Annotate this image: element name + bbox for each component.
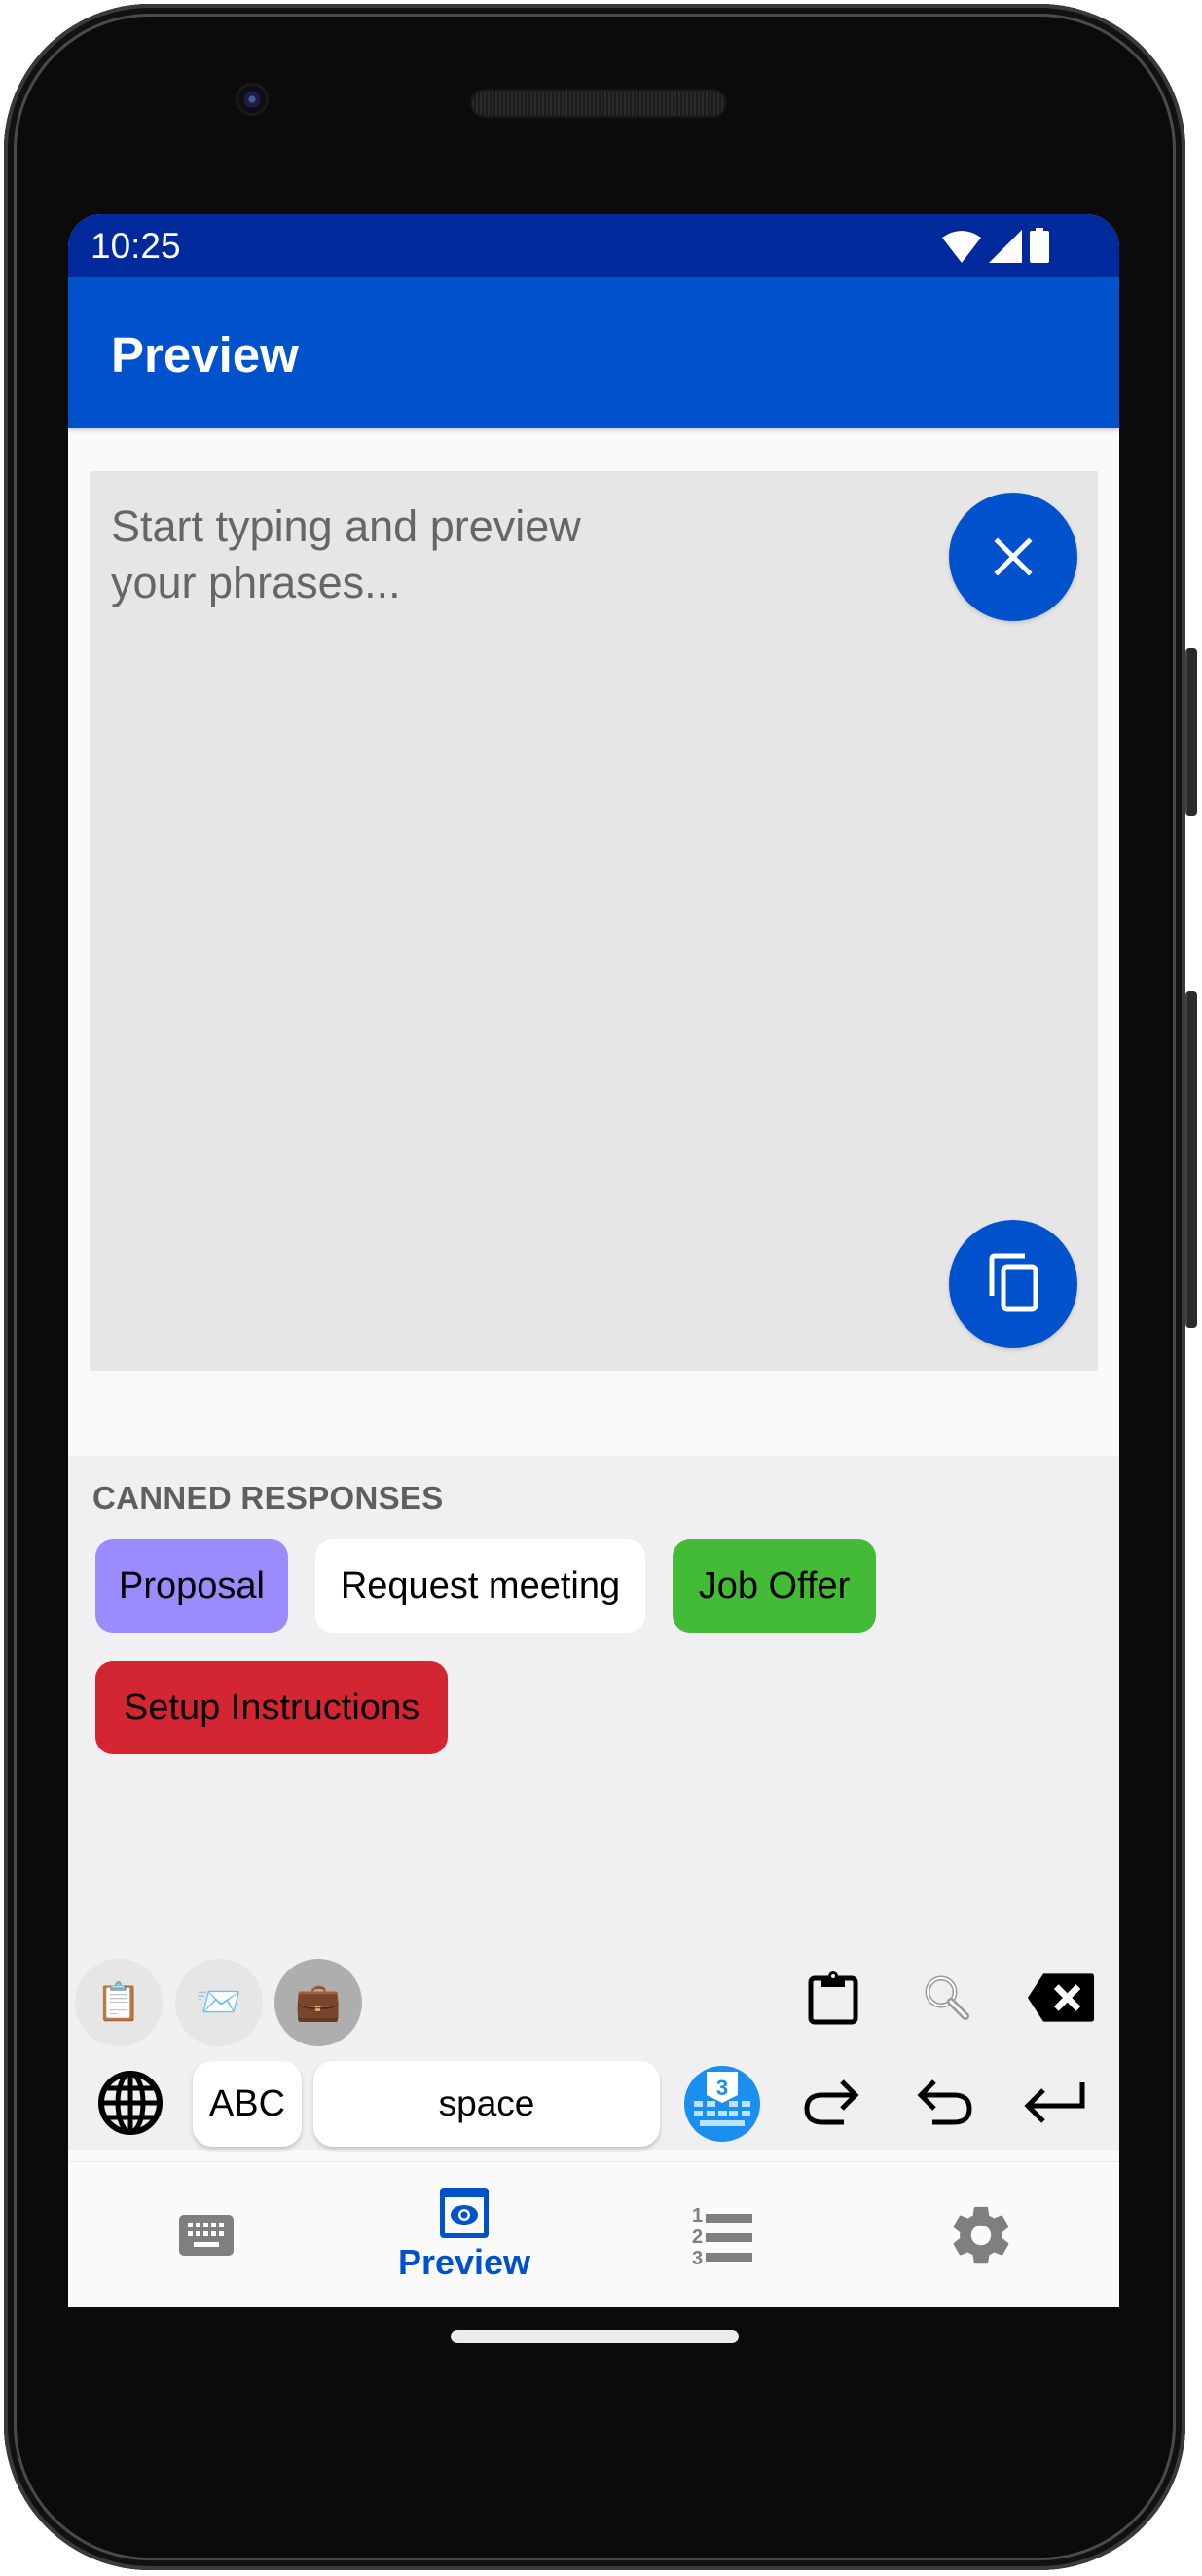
redo-button[interactable]	[798, 2069, 866, 2137]
nav-tab-label: Preview	[397, 2242, 531, 2282]
search-icon	[925, 1975, 969, 2020]
app-bar: Preview	[68, 277, 1119, 428]
category-clipboard-button[interactable]: 📋	[75, 1959, 163, 2046]
enter-icon	[1024, 2082, 1085, 2123]
svg-text:3: 3	[716, 2076, 728, 2100]
power-button	[1185, 648, 1197, 816]
volume-button	[1185, 991, 1197, 1328]
enter-button[interactable]	[1020, 2069, 1088, 2137]
nav-tab-settings[interactable]	[850, 2162, 1112, 2307]
earpiece-speaker	[472, 91, 725, 116]
settings-icon	[953, 2206, 1009, 2264]
chip-label: Request meeting	[340, 1564, 621, 1606]
svg-text:2: 2	[692, 2226, 703, 2248]
space-key-label: space	[438, 2083, 535, 2123]
category-envelope-button[interactable]: 📨	[175, 1959, 263, 2046]
clipboard-icon	[808, 1971, 858, 2025]
chip-label: Job Offer	[698, 1564, 851, 1606]
status-time: 10:25	[91, 226, 181, 266]
canned-response-chip[interactable]: Request meeting	[315, 1539, 645, 1633]
screen: 10:25 Preview Start typing and preview y…	[68, 214, 1119, 2307]
keyboard-icon	[179, 2215, 234, 2256]
abc-key[interactable]: ABC	[193, 2061, 302, 2147]
redo-icon	[804, 2079, 859, 2125]
signal-icon	[989, 230, 1022, 263]
undo-button[interactable]	[910, 2069, 978, 2137]
language-button[interactable]	[96, 2069, 164, 2137]
page-title: Preview	[111, 327, 299, 383]
preview-input[interactable]: Start typing and preview your phrases...	[90, 471, 1098, 1371]
canned-response-chip[interactable]: Job Offer	[673, 1539, 876, 1633]
battery-icon	[1030, 228, 1049, 263]
svg-text:1: 1	[692, 2205, 703, 2226]
globe-icon	[98, 2071, 163, 2135]
abc-key-label: ABC	[208, 2082, 286, 2124]
app-logo-button[interactable]: 3	[684, 2066, 760, 2142]
clear-button[interactable]	[949, 493, 1077, 621]
backspace-icon	[1027, 1973, 1095, 2022]
status-icons	[942, 228, 1049, 263]
front-camera	[238, 86, 266, 113]
copy-button[interactable]	[949, 1220, 1077, 1348]
chip-label: Proposal	[119, 1564, 265, 1606]
briefcase-emoji-icon: 💼	[295, 1982, 342, 2023]
status-bar: 10:25	[68, 214, 1119, 277]
canned-response-chip[interactable]: Setup Instructions	[95, 1661, 448, 1754]
wifi-icon	[942, 231, 981, 263]
nav-tab-keyboard[interactable]	[75, 2162, 338, 2307]
envelope-emoji-icon: 📨	[196, 1982, 242, 2023]
space-key[interactable]: space	[313, 2061, 660, 2147]
app-logo-icon: 3	[694, 2072, 750, 2126]
nav-tab-preview[interactable]: Preview	[333, 2162, 596, 2307]
clipboard-emoji-icon: 📋	[95, 1982, 142, 2023]
canned-response-chip[interactable]: Proposal	[95, 1539, 288, 1633]
home-indicator[interactable]	[451, 2330, 739, 2343]
chip-label: Setup Instructions	[123, 1686, 420, 1728]
clipboard-button[interactable]	[799, 1964, 867, 2032]
close-icon	[994, 537, 1033, 576]
nav-tab-phrases[interactable]: 123	[591, 2162, 854, 2307]
preview-placeholder: Start typing and preview your phrases...	[111, 501, 581, 607]
category-briefcase-button[interactable]: 💼	[274, 1959, 362, 2046]
canned-responses-heading: CANNED RESPONSES	[92, 1480, 444, 1516]
numbered-list-icon: 123	[692, 2205, 752, 2267]
copy-icon	[989, 1253, 1038, 1312]
backspace-button[interactable]	[1027, 1964, 1095, 2032]
undo-icon	[917, 2079, 972, 2125]
svg-text:3: 3	[692, 2248, 703, 2267]
search-button[interactable]	[913, 1964, 981, 2032]
preview-icon	[440, 2188, 489, 2238]
bottom-navigation: Preview 123	[68, 2161, 1119, 2307]
